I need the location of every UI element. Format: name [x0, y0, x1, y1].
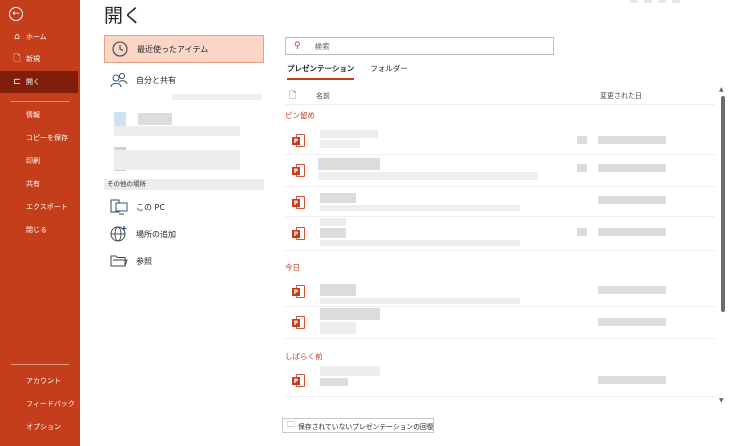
group-today: 今日 — [285, 263, 300, 272]
scroll-up-icon[interactable]: ▲ — [719, 86, 724, 93]
powerpoint-file-icon: P — [292, 196, 305, 209]
window-controls-blurred — [630, 0, 690, 6]
blurred-account — [172, 94, 262, 100]
scroll-down-icon[interactable]: ▼ — [719, 397, 724, 404]
powerpoint-file-icon: P — [292, 134, 305, 147]
new-document-icon: 🗋 — [13, 54, 21, 64]
powerpoint-file-icon: P — [292, 164, 305, 177]
home-icon: ⌂ — [14, 32, 20, 42]
search-icon: ⚲ — [294, 41, 301, 51]
powerpoint-file-icon: P — [292, 285, 305, 298]
document-icon: 🗋 — [289, 91, 297, 101]
file-list-header: 🗋 名前 変更された日 — [289, 88, 719, 104]
location-label: 参照 — [136, 256, 152, 266]
clock-icon — [111, 40, 129, 58]
sidebar-item-label: 共有 — [26, 180, 40, 188]
other-places-label: その他の場所 — [104, 179, 264, 190]
sidebar-item-label: 印刷 — [26, 157, 40, 165]
tab-presentations[interactable]: プレゼンテーション — [287, 63, 355, 80]
location-label: 自分と共有 — [136, 75, 176, 85]
sidebar-item-feedback[interactable]: フィードバック — [0, 393, 80, 415]
page-title: 開く — [104, 5, 143, 27]
sidebar-item-label: ホーム — [26, 33, 47, 41]
sidebar-item-print[interactable]: 印刷 — [0, 150, 80, 172]
powerpoint-file-icon: P — [292, 316, 305, 329]
sidebar-item-label: 情報 — [26, 111, 40, 119]
sidebar-item-save-copy[interactable]: コピーを保存 — [0, 127, 80, 149]
group-pinned: ピン留め — [285, 111, 315, 120]
location-browse[interactable]: 参照 — [104, 247, 264, 275]
sidebar-item-label: 新規 — [26, 55, 40, 63]
powerpoint-file-icon: P — [292, 227, 305, 240]
sidebar-divider — [11, 101, 69, 102]
sidebar-item-info[interactable]: 情報 — [0, 104, 80, 126]
location-label: 場所の追加 — [136, 229, 176, 239]
sidebar-item-account[interactable]: アカウント — [0, 370, 80, 392]
blurred-account-detail — [114, 150, 240, 170]
location-this-pc[interactable]: この PC — [104, 193, 264, 221]
file-type-tabs: プレゼンテーション フォルダー — [287, 63, 408, 80]
scrollbar-thumb[interactable] — [721, 96, 725, 312]
sidebar-item-label: 開く — [26, 78, 40, 86]
sidebar-item-close[interactable]: 閉じる — [0, 219, 80, 241]
sidebar-item-label: フィードバック — [26, 400, 75, 408]
search-input[interactable]: ⚲ 検索 — [285, 37, 554, 55]
sidebar-divider — [11, 364, 69, 365]
sidebar-item-options[interactable]: オプション — [0, 416, 80, 438]
recover-unsaved-button[interactable]: 🗀 保存されていないプレゼンテーションの回復 — [282, 418, 434, 433]
sidebar-item-new[interactable]: 🗋 新規 — [0, 48, 80, 70]
search-placeholder: 検索 — [314, 41, 330, 51]
file-list-scrollbar[interactable]: ▲ ▼ — [719, 86, 727, 404]
recover-label: 保存されていないプレゼンテーションの回復 — [298, 422, 434, 431]
location-add-place[interactable]: 場所の追加 — [104, 220, 264, 248]
sidebar-item-home[interactable]: ⌂ ホーム — [0, 26, 80, 48]
folder-icon: 🗀 — [287, 419, 295, 429]
sidebar-item-label: 閉じる — [26, 226, 47, 234]
sidebar-item-label: コピーを保存 — [26, 134, 68, 142]
shared-people-icon — [110, 71, 128, 89]
blurred-account-name — [138, 113, 172, 125]
open-folder-icon: ⊏ — [13, 77, 21, 87]
sidebar-item-label: アカウント — [26, 377, 61, 385]
sidebar-item-open[interactable]: ⊏ 開く — [0, 71, 78, 93]
column-date-modified[interactable]: 変更された日 — [600, 91, 642, 101]
location-shared[interactable]: 自分と共有 — [104, 66, 264, 94]
backstage-sidebar: ← ⌂ ホーム 🗋 新規 ⊏ 開く 情報 コピーを保存 印刷 共有 エクスポート… — [0, 0, 80, 446]
group-a-while-ago: しばらく前 — [285, 352, 323, 361]
sidebar-item-share[interactable]: 共有 — [0, 173, 80, 195]
globe-add-icon — [110, 225, 128, 243]
blurred-account-detail — [114, 126, 240, 136]
computer-icon — [110, 198, 128, 216]
sidebar-item-export[interactable]: エクスポート — [0, 196, 80, 218]
column-name[interactable]: 名前 — [316, 91, 330, 101]
sidebar-item-label: エクスポート — [26, 203, 68, 211]
back-arrow-icon[interactable]: ← — [9, 7, 23, 21]
tab-folders[interactable]: フォルダー — [370, 63, 408, 80]
location-label: 最近使ったアイテム — [137, 44, 209, 54]
sidebar-item-label: オプション — [26, 423, 61, 431]
powerpoint-file-icon: P — [292, 374, 305, 387]
location-recent[interactable]: 最近使ったアイテム — [104, 35, 264, 63]
folder-icon — [110, 252, 128, 270]
location-label: この PC — [136, 202, 165, 212]
